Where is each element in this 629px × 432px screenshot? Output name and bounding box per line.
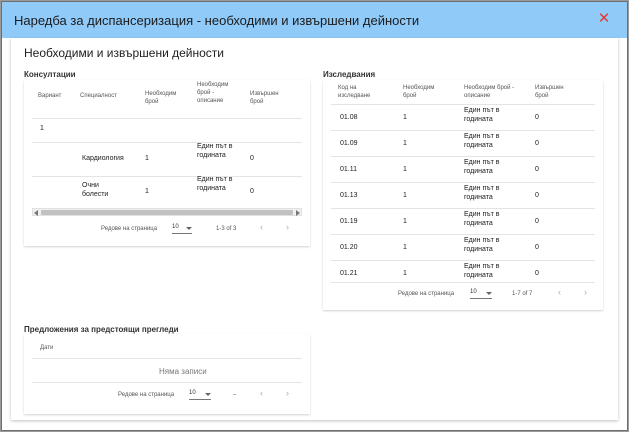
divider <box>32 176 302 177</box>
cell-required-count: 1 <box>145 188 149 195</box>
cell-code: 01.21 <box>340 270 358 277</box>
rows-per-page-value: 10 <box>172 224 179 230</box>
cell-required-count: 1 <box>145 155 149 162</box>
divider <box>331 130 595 131</box>
rows-per-page-label: Редове на страница <box>398 291 455 297</box>
cell-done-count: 0 <box>535 192 539 199</box>
prev-page-button[interactable]: ‹ <box>558 287 561 297</box>
cell-required-count: 1 <box>403 166 407 173</box>
chevron-down-icon <box>486 292 492 295</box>
cell-required-count: 1 <box>403 270 407 277</box>
rows-per-page-label: Редове на страница <box>118 392 175 398</box>
rows-per-page-select[interactable]: 10 <box>189 390 211 400</box>
col-required-count[interactable]: Необходим брой <box>403 84 443 100</box>
cell-required-count: 1 <box>403 140 407 147</box>
divider <box>331 260 595 261</box>
page-range: 1-7 of 7 <box>512 291 533 297</box>
cell-required-desc: Един път в годината <box>464 211 500 227</box>
dialog: Наредба за диспансеризация - необходими … <box>1 1 628 431</box>
close-icon[interactable]: ✕ <box>597 11 611 26</box>
divider <box>32 358 302 359</box>
col-required-desc[interactable]: Необходим брой - описание <box>464 84 524 100</box>
cell-required-count: 1 <box>403 244 407 251</box>
rows-per-page-value: 10 <box>189 390 196 396</box>
cell-required-desc: Един път в годината <box>464 263 500 279</box>
divider <box>32 382 302 383</box>
dialog-header: Наредба за диспансеризация - необходими … <box>2 2 627 38</box>
cell-required-desc: Един път в годината <box>197 143 233 159</box>
cell-required-count: 1 <box>403 114 407 121</box>
page-range: – <box>233 392 237 398</box>
investigations-table: Код на изследване Необходим брой Необход… <box>323 80 603 310</box>
cell-done-count: 0 <box>535 140 539 147</box>
chevron-down-icon <box>205 393 211 396</box>
col-done-count[interactable]: Извършен брой <box>250 90 290 106</box>
divider <box>331 104 595 105</box>
cell-done-count: 0 <box>535 244 539 251</box>
cell-required-desc: Един път в годината <box>464 107 500 123</box>
rows-per-page-label: Редове на страница <box>101 226 158 232</box>
col-required-desc[interactable]: Необходим брой - описание <box>197 81 237 105</box>
cell-required-desc: Един път в годината <box>464 237 500 253</box>
cell-code: 01.19 <box>340 218 358 225</box>
divider <box>331 156 595 157</box>
scroll-left-icon[interactable] <box>34 210 38 216</box>
content-title: Необходими и извършени дейности <box>24 46 224 60</box>
rows-per-page-select[interactable]: 10 <box>470 289 492 299</box>
cell-required-count: 1 <box>403 192 407 199</box>
horizontal-scrollbar[interactable] <box>32 208 302 216</box>
chevron-down-icon <box>186 227 192 230</box>
cell-code: 01.08 <box>340 114 358 121</box>
cell-done-count: 0 <box>535 218 539 225</box>
divider <box>32 142 302 143</box>
proposals-title: Предложения за предстоящи прегледи <box>24 325 179 334</box>
divider <box>331 208 595 209</box>
group-variant: 1 <box>40 125 44 132</box>
col-dates[interactable]: Дати <box>40 344 53 352</box>
cell-specialty: Очни болести <box>82 182 109 198</box>
cell-code: 01.20 <box>340 244 358 251</box>
page-range: 1-3 of 3 <box>216 226 237 232</box>
cell-specialty: Кардиология <box>82 155 124 162</box>
prev-page-button[interactable]: ‹ <box>260 388 263 398</box>
cell-done-count: 0 <box>535 166 539 173</box>
cell-required-count: 1 <box>403 218 407 225</box>
cell-code: 01.13 <box>340 192 358 199</box>
dialog-title: Наредба за диспансеризация - необходими … <box>14 12 420 28</box>
col-done-count[interactable]: Извършен брой <box>535 84 575 100</box>
divider <box>331 234 595 235</box>
cell-required-desc: Един път в годината <box>464 185 500 201</box>
cell-code: 01.09 <box>340 140 358 147</box>
divider <box>331 182 595 183</box>
scroll-right-icon[interactable] <box>296 210 300 216</box>
col-required-count[interactable]: Необходим брой <box>145 90 185 106</box>
cell-done-count: 0 <box>535 114 539 121</box>
cell-required-desc: Един път в годината <box>464 159 500 175</box>
rows-per-page-select[interactable]: 10 <box>172 224 192 234</box>
proposals-table: Дати Няма записи Редове на страница 10 –… <box>24 334 310 414</box>
cell-required-desc: Един път в годината <box>464 133 500 149</box>
divider <box>32 118 302 119</box>
empty-state: Няма записи <box>159 367 207 376</box>
cell-code: 01.11 <box>340 166 357 173</box>
consultations-table: Вариант Специалност Необходим брой Необх… <box>24 80 310 246</box>
next-page-button[interactable]: › <box>286 388 289 398</box>
cell-required-desc: Един път в годината <box>197 176 233 192</box>
col-code[interactable]: Код на изследване <box>338 84 382 100</box>
content-panel: Необходими и извършени дейности Консулта… <box>11 38 618 420</box>
consultations-title: Консултации <box>24 70 76 79</box>
prev-page-button[interactable]: ‹ <box>260 222 263 232</box>
col-variant[interactable]: Вариант <box>38 92 61 100</box>
scroll-thumb[interactable] <box>41 210 293 215</box>
rows-per-page-value: 10 <box>470 289 477 295</box>
next-page-button[interactable]: › <box>584 287 587 297</box>
col-specialty[interactable]: Специалност <box>80 92 117 100</box>
cell-done-count: 0 <box>250 188 254 195</box>
next-page-button[interactable]: › <box>286 222 289 232</box>
cell-done-count: 0 <box>535 270 539 277</box>
investigations-title: Изследвания <box>323 70 376 79</box>
divider <box>331 282 595 283</box>
cell-done-count: 0 <box>250 155 254 162</box>
